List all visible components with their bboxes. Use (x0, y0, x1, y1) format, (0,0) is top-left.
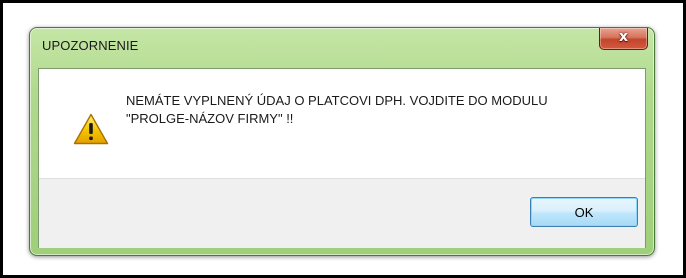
ok-button[interactable]: OK (530, 197, 638, 227)
close-icon: x (618, 29, 629, 45)
button-bar: OK (39, 178, 645, 248)
dialog-body: NEMÁTE VYPLNENÝ ÚDAJ O PLATCOVI DPH. VOJ… (38, 68, 646, 248)
title-bar[interactable]: UPOZORNENIE x (30, 28, 654, 68)
dialog-title: UPOZORNENIE (42, 38, 139, 53)
message-area: NEMÁTE VYPLNENÝ ÚDAJ O PLATCOVI DPH. VOJ… (39, 69, 645, 178)
ok-button-label: OK (574, 205, 594, 220)
close-button[interactable]: x (599, 28, 648, 50)
message-text-line-2: "PROLGE-NÁZOV FIRMY" !! (126, 111, 294, 126)
warning-icon (73, 113, 109, 145)
message-text-line-1: NEMÁTE VYPLNENÝ ÚDAJ O PLATCOVI DPH. VOJ… (126, 93, 548, 108)
warning-dialog: UPOZORNENIE x NEMÁTE VYPLNENÝ ÚDAJ O PLA… (29, 27, 655, 256)
